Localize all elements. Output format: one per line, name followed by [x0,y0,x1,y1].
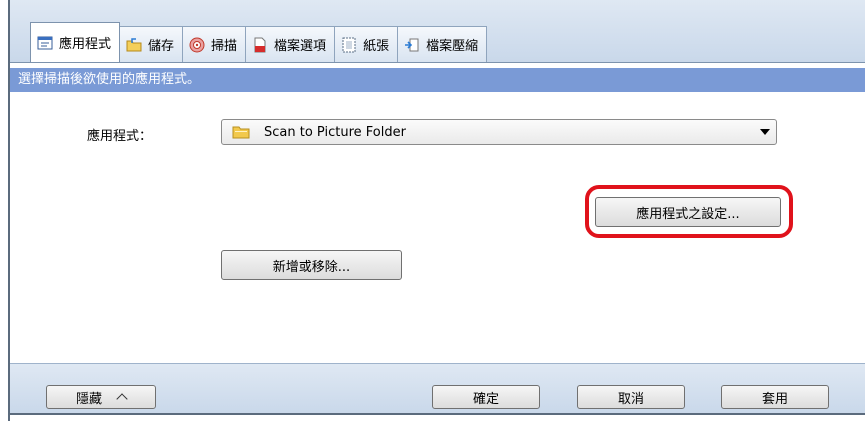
cancel-button[interactable]: 取消 [577,385,685,409]
ok-button[interactable]: 確定 [432,385,540,409]
paper-icon [341,37,357,53]
application-select[interactable]: Scan to Picture Folder [221,119,777,145]
scan-icon [189,37,205,53]
tab-compression[interactable]: 檔案壓縮 [397,26,488,62]
tab-file-option[interactable]: 檔案選項 [245,26,336,62]
add-remove-button[interactable]: 新增或移除... [221,250,402,280]
application-icon [37,35,53,51]
dropdown-arrow-icon[interactable] [760,129,770,135]
folder-icon [232,125,250,139]
tab-save-label: 儲存 [148,39,175,54]
tab-file-option-label: 檔案選項 [274,39,327,54]
chevron-up-icon [116,393,128,405]
tab-application[interactable]: 應用程式 [30,22,121,62]
tab-paper-label: 紙張 [363,39,390,54]
compression-icon [404,37,420,53]
apply-button[interactable]: 套用 [721,385,829,409]
tab-scan-label: 掃描 [211,39,238,54]
tab-save[interactable]: 儲存 [119,26,184,62]
hide-button[interactable]: 隱藏 [46,385,156,409]
tab-bar: 應用程式 儲存 掃描 檔案選項 紙張 檔案壓縮 [30,20,488,62]
tab-paper[interactable]: 紙張 [334,26,399,62]
tab-application-label: 應用程式 [59,37,112,52]
hide-button-label: 隱藏 [75,391,102,407]
instruction-banner: 選擇掃描後欲使用的應用程式。 [10,68,865,92]
tab-compression-label: 檔案壓縮 [426,39,479,54]
application-select-value: Scan to Picture Folder [264,124,406,140]
window-bottom-border [8,413,865,415]
highlight-circle [585,185,793,238]
tab-scan[interactable]: 掃描 [182,26,247,62]
application-label: 應用程式： [87,129,153,144]
save-folder-icon [126,37,142,53]
file-option-icon [252,37,268,53]
